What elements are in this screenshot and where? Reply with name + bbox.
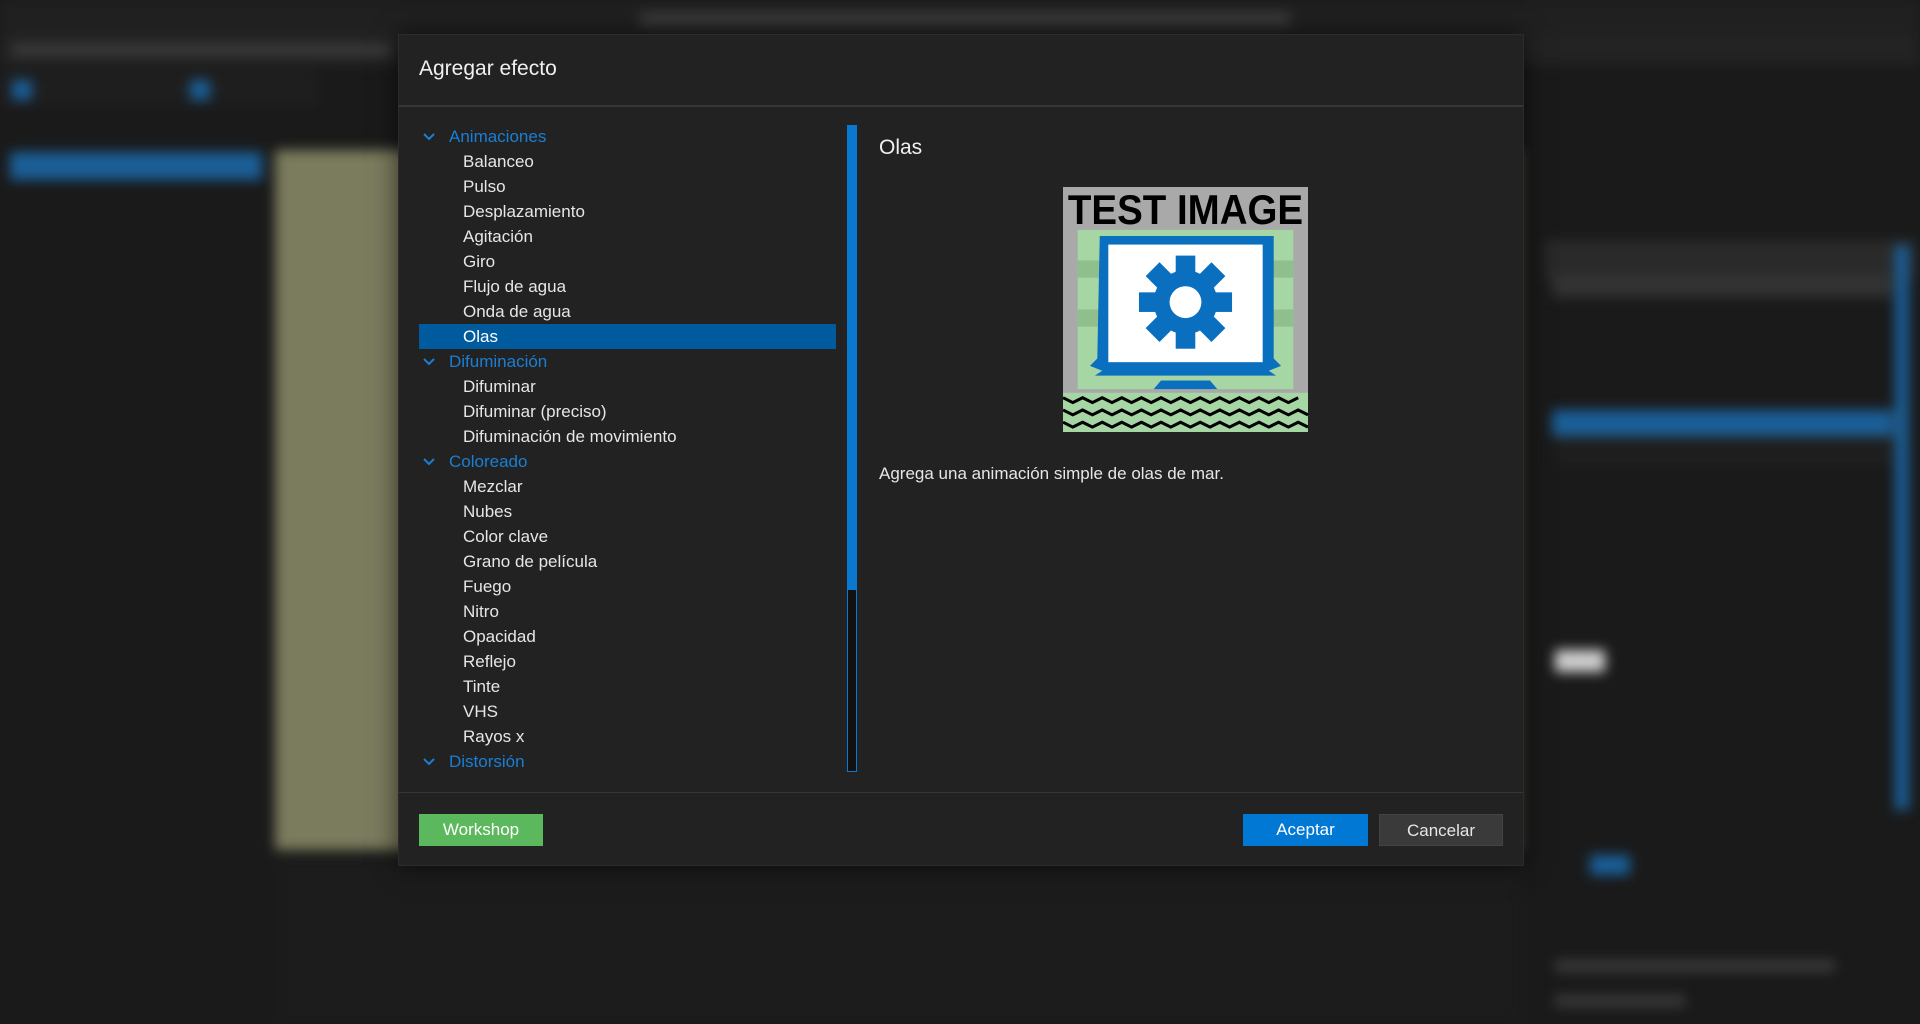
effect-item[interactable]: Difuminar (preciso) xyxy=(419,399,836,424)
chevron-down-icon xyxy=(423,758,435,766)
effect-item[interactable]: Agitación xyxy=(419,224,836,249)
effect-item[interactable]: Mezclar xyxy=(419,474,836,499)
effect-preview-image: TEST IMAGE xyxy=(1063,187,1308,432)
effect-item[interactable]: Fuego xyxy=(419,574,836,599)
category-header[interactable]: Difuminación xyxy=(419,349,836,374)
effect-item[interactable]: Color clave xyxy=(419,524,836,549)
header-divider xyxy=(399,105,1523,107)
effect-list-scrollbar[interactable] xyxy=(847,125,857,772)
effect-item[interactable]: Flujo de agua xyxy=(419,274,836,299)
effect-item[interactable]: Onda de agua xyxy=(419,299,836,324)
effect-item[interactable]: Pulso xyxy=(419,174,836,199)
effect-item[interactable]: Grano de película xyxy=(419,549,836,574)
chevron-down-icon xyxy=(423,358,435,366)
category-label: Distorsión xyxy=(449,752,525,771)
effect-item[interactable]: Reflejo xyxy=(419,649,836,674)
effect-item[interactable]: Opacidad xyxy=(419,624,836,649)
category-label: Difuminación xyxy=(449,352,548,371)
footer-divider xyxy=(399,792,1523,793)
category-header[interactable]: Coloreado xyxy=(419,449,836,474)
chevron-down-icon xyxy=(423,458,435,466)
preview-title: Olas xyxy=(879,136,923,159)
add-effect-dialog: Agregar efecto Animaciones Balanceo Pulso D… xyxy=(398,34,1524,866)
effect-item-selected[interactable]: Olas xyxy=(419,324,836,349)
effect-item[interactable]: Difuminar xyxy=(419,374,836,399)
effect-item[interactable]: Giro xyxy=(419,249,836,274)
scrollbar-thumb[interactable] xyxy=(848,126,856,591)
chevron-down-icon xyxy=(423,133,435,141)
effect-item[interactable]: VHS xyxy=(419,699,836,724)
category-header[interactable]: Animaciones xyxy=(419,124,836,149)
category-label: Animaciones xyxy=(449,127,547,146)
effect-item[interactable]: Difuminación de movimiento xyxy=(419,424,836,449)
category-header[interactable]: Distorsión xyxy=(419,749,836,774)
preview-description: Agrega una animación simple de olas de m… xyxy=(879,464,1224,483)
effect-tree: Animaciones Balanceo Pulso Desplazamiento Ag… xyxy=(419,124,836,774)
effect-item[interactable]: Nubes xyxy=(419,499,836,524)
accept-button[interactable]: Aceptar xyxy=(1243,814,1368,846)
effect-item[interactable]: Rayos x xyxy=(419,724,836,749)
category-label: Coloreado xyxy=(449,452,528,471)
effect-item[interactable]: Nitro xyxy=(419,599,836,624)
effect-item[interactable]: Balanceo xyxy=(419,149,836,174)
dialog-title: Agregar efecto xyxy=(419,57,557,80)
svg-text:TEST IMAGE: TEST IMAGE xyxy=(1068,187,1303,233)
effect-item[interactable]: Tinte xyxy=(419,674,836,699)
workshop-button[interactable]: Workshop xyxy=(419,814,543,846)
cancel-button[interactable]: Cancelar xyxy=(1379,814,1503,846)
effect-item[interactable]: Desplazamiento xyxy=(419,199,836,224)
